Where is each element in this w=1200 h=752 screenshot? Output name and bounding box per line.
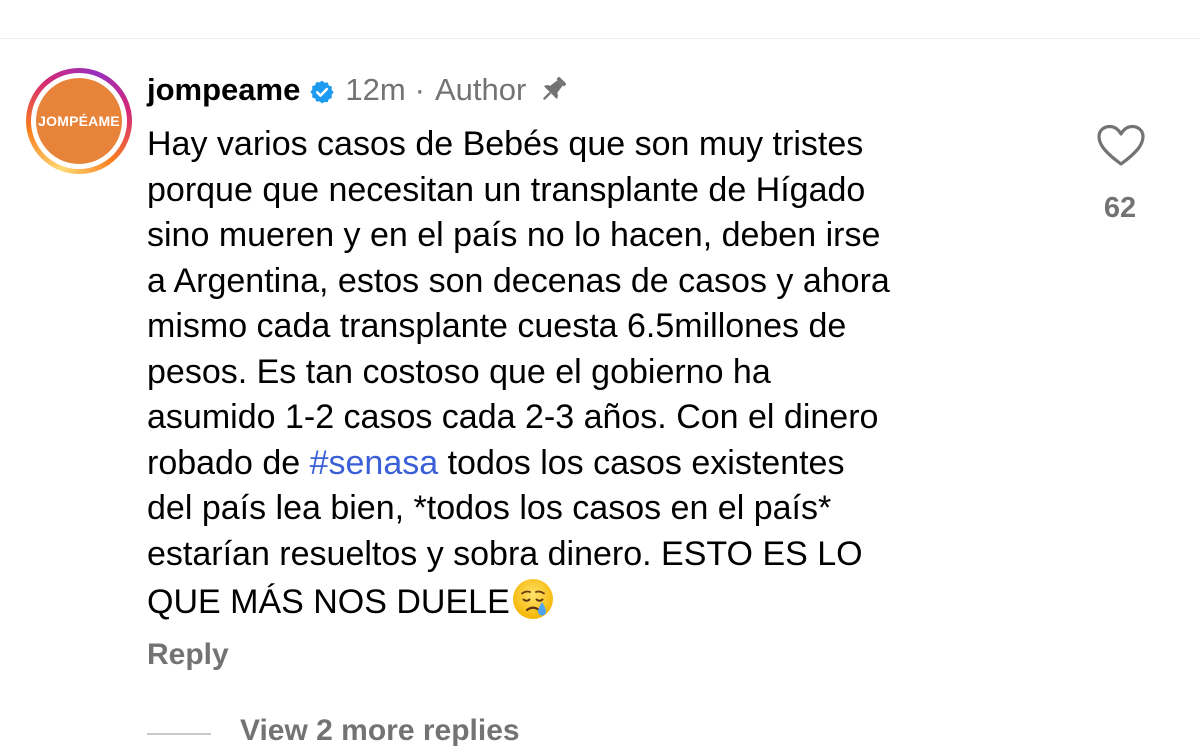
comment-line: del país lea bien, *todos los casos en e… (147, 489, 832, 527)
verified-badge-icon (309, 77, 335, 104)
comment-header: jompeame 12m · Author (147, 68, 570, 112)
like-heart-icon[interactable] (1096, 124, 1146, 168)
avatar-ring-gap: JOMPÉAME (31, 73, 127, 169)
avatar-logo-text: JOMPÉAME (38, 113, 120, 129)
comment-timestamp: 12m (345, 72, 406, 107)
crying-face-icon (511, 577, 555, 621)
meta-separator: · (414, 72, 425, 107)
pin-icon (536, 73, 570, 107)
comment-line: porque que necesitan un transplante de H… (147, 170, 866, 209)
comment-line: robado de #senasa todos los casos existe… (147, 441, 1047, 487)
top-divider (0, 38, 1200, 39)
hashtag-link[interactable]: #senasa (310, 444, 439, 482)
comment-line: Hay varios casos de Bebés que son muy tr… (147, 125, 864, 163)
replies-divider (147, 733, 211, 735)
comment-text-fragment: QUE MÁS NOS DUELE (147, 583, 510, 621)
comment-line: estarían resueltos y sobra dinero. ESTO … (147, 534, 863, 573)
comment-line: a Argentina, estos son decenas de casos … (147, 261, 890, 300)
comment-text-fragment: robado de (147, 443, 310, 482)
comment-text: Hay varios casos de Bebés que son muy tr… (147, 122, 1047, 626)
view-more-replies-button[interactable]: View 2 more replies (240, 714, 520, 748)
comment-line: mismo cada transplante cuesta 6.5millone… (147, 307, 847, 345)
reply-button[interactable]: Reply (147, 638, 229, 672)
comment-line: QUE MÁS NOS DUELE (147, 577, 1047, 626)
username-link[interactable]: jompeame (147, 72, 300, 108)
avatar[interactable]: JOMPÉAME (36, 78, 122, 164)
comment-line: asumido 1-2 casos cada 2-3 años. Con el … (147, 398, 879, 436)
like-count: 62 (1103, 192, 1137, 224)
comment-line: sino mueren y en el país no lo hacen, de… (147, 216, 881, 254)
author-label: Author (434, 72, 527, 107)
avatar-story-ring[interactable]: JOMPÉAME (26, 68, 132, 174)
comment-text-fragment: todos los casos existentes (438, 443, 845, 482)
comment-line: pesos. Es tan costoso que el gobierno ha (147, 352, 771, 391)
